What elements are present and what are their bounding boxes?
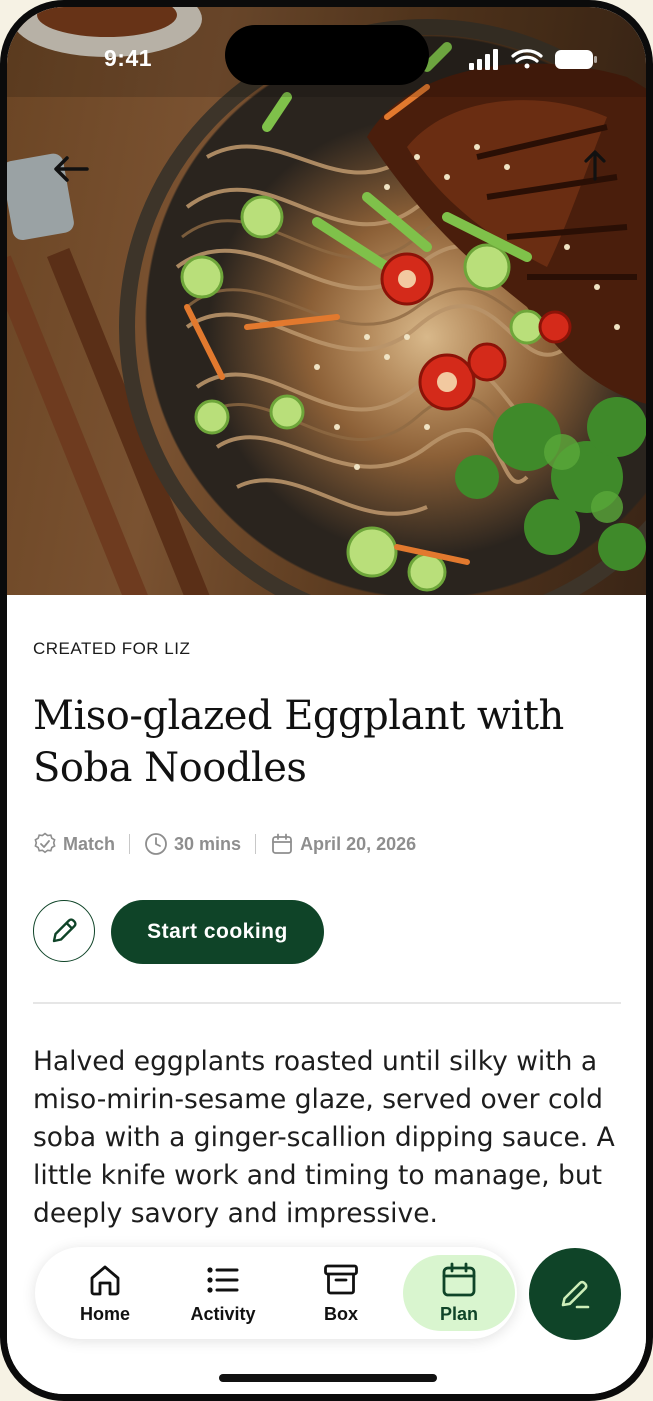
check-badge-icon [34,832,56,854]
nav-label-activity: Activity [190,1303,256,1324]
compose-fab[interactable] [529,1248,621,1340]
recipe-meta: Match 30 mins April 20, 2026 [33,829,416,859]
battery-icon [555,50,597,69]
nav-item-plan[interactable]: Plan [403,1255,515,1331]
edit-recipe-button[interactable] [33,900,95,962]
wifi-icon [511,49,543,69]
back-arrow-icon[interactable] [47,147,97,191]
phone-frame: 9:41 CREATED FOR LIZ Miso-glazed Eggplan… [0,0,653,1401]
meta-divider [129,834,131,854]
time-info: 30 mins [144,832,241,856]
dynamic-island [225,25,429,85]
created-for-label: CREATED FOR LIZ [33,639,191,658]
home-icon [90,1265,120,1295]
box-icon [324,1264,358,1294]
list-icon [207,1266,239,1293]
match-badge: Match [33,832,115,856]
match-label: Match [63,833,116,854]
nav-item-box[interactable]: Box [285,1255,397,1331]
time-label: 30 mins [174,833,242,854]
pencil-icon [52,918,77,943]
meta-divider [255,834,257,854]
home-indicator [219,1374,437,1382]
signal-icon [469,49,498,70]
recipe-description: Halved eggplants roasted until silky wit… [33,1046,615,1229]
share-icon[interactable] [575,145,615,195]
status-icons [467,47,597,77]
nav-label-home: Home [79,1303,130,1324]
bottom-nav: Home Activity Box Plan [35,1247,517,1339]
pencil-icon [561,1280,590,1309]
date-label: April 20, 2026 [300,833,417,854]
date-info: April 20, 2026 [270,832,416,856]
status-time: 9:41 [104,45,153,71]
calendar-icon [272,833,292,854]
nav-item-activity[interactable]: Activity [167,1255,279,1331]
nav-item-home[interactable]: Home [49,1255,161,1331]
section-divider [33,1002,621,1004]
nav-label-box: Box [323,1303,358,1324]
hero-image [7,7,646,595]
clock-icon [145,833,167,855]
nav-label-plan: Plan [439,1303,478,1324]
calendar-icon [442,1262,476,1296]
start-cooking-button[interactable]: Start cooking [111,900,324,964]
recipe-title: Miso-glazed Eggplant with Soba Noodles [33,693,564,791]
